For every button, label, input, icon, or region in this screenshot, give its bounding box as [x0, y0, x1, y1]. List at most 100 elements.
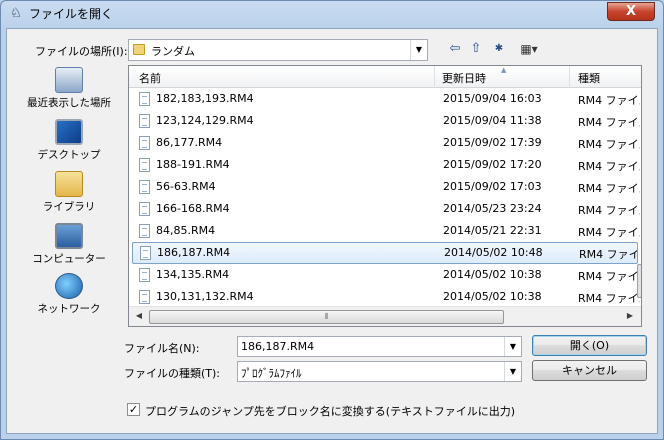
- back-icon[interactable]: ⇦: [448, 40, 462, 58]
- place-label: ネットワーク: [37, 303, 101, 315]
- file-row[interactable]: 166-168.RM4 2014/05/23 23:24 RM4 ファイル: [129, 198, 641, 220]
- cancel-button[interactable]: キャンセル: [532, 360, 647, 381]
- places-bar: 最近表示した場所 デスクトップ ライブラリ コンピューター ネットワーク: [17, 67, 121, 327]
- file-icon: [139, 158, 150, 172]
- file-icon: [139, 202, 150, 216]
- column-divider[interactable]: [434, 66, 435, 88]
- vertical-scroll-thumb[interactable]: [637, 264, 641, 298]
- title-bar: ♘ ファイルを開く X: [1, 1, 663, 27]
- file-icon: [139, 114, 150, 128]
- file-date: 2015/09/02 17:39: [443, 136, 542, 149]
- up-folder-icon[interactable]: ⇧: [469, 40, 483, 58]
- file-name: 188-191.RM4: [156, 158, 230, 171]
- file-row[interactable]: 84,85.RM4 2014/05/21 22:31 RM4 ファイル: [129, 220, 641, 242]
- file-date: 2014/05/02 10:38: [443, 268, 542, 281]
- file-icon: [139, 290, 150, 304]
- file-row[interactable]: 56-63.RM4 2015/09/02 17:03 RM4 ファイル: [129, 176, 641, 198]
- horizontal-scroll-thumb[interactable]: ⦀: [149, 310, 504, 324]
- place-computer[interactable]: コンピューター: [17, 223, 121, 273]
- file-date: 2014/05/02 10:38: [443, 290, 542, 303]
- column-header-name[interactable]: 名前: [139, 70, 161, 86]
- file-row[interactable]: 123,124,129.RM4 2015/09/04 11:38 RM4 ファイ…: [129, 110, 641, 132]
- file-row-selected[interactable]: 186,187.RM4 2014/05/02 10:48 RM4 ファイル: [132, 242, 638, 264]
- file-name: 182,183,193.RM4: [156, 92, 254, 105]
- file-type: RM4 ファイル: [578, 182, 640, 195]
- network-icon: [55, 273, 83, 299]
- new-folder-icon[interactable]: ✱: [492, 40, 506, 58]
- file-row[interactable]: 182,183,193.RM4 2015/09/04 16:03 RM4 ファイ…: [129, 88, 641, 110]
- file-row[interactable]: 86,177.RM4 2015/09/02 17:39 RM4 ファイル: [129, 132, 641, 154]
- filetype-label: ファイルの種類(T):: [124, 367, 221, 380]
- file-date: 2014/05/02 10:48: [444, 246, 543, 259]
- place-network[interactable]: ネットワーク: [17, 273, 121, 323]
- desktop-icon: [55, 119, 83, 145]
- chevron-down-icon[interactable]: ▼: [504, 362, 521, 381]
- column-header-date[interactable]: 更新日時: [442, 70, 486, 86]
- file-row[interactable]: 134,135.RM4 2014/05/02 10:38 RM4 ファイル: [129, 264, 641, 286]
- file-type: RM4 ファイル: [579, 248, 637, 261]
- computer-icon: [55, 223, 83, 249]
- file-date: 2015/09/02 17:20: [443, 158, 542, 171]
- file-icon: [139, 180, 150, 194]
- open-button[interactable]: 開く(O): [532, 335, 647, 356]
- file-date: 2015/09/04 11:38: [443, 114, 542, 127]
- horizontal-scrollbar[interactable]: ◀ ⦀ ▶: [129, 306, 641, 326]
- file-icon: [139, 268, 150, 282]
- place-recent[interactable]: 最近表示した場所: [17, 67, 121, 117]
- file-icon: [139, 136, 150, 150]
- column-divider[interactable]: [569, 66, 570, 88]
- place-label: コンピューター: [32, 253, 106, 265]
- file-type: RM4 ファイル: [578, 94, 640, 107]
- place-library[interactable]: ライブラリ: [17, 171, 121, 221]
- file-icon: [140, 246, 151, 260]
- lookin-value: ランダム: [151, 45, 195, 58]
- folder-icon: [133, 44, 145, 55]
- close-button[interactable]: X: [607, 2, 655, 21]
- place-label: デスクトップ: [37, 149, 101, 161]
- lookin-label: ファイルの場所(I):: [35, 45, 128, 58]
- list-header: 名前 ▲ 更新日時 種類: [129, 66, 641, 88]
- scroll-left-icon[interactable]: ◀: [132, 311, 146, 320]
- recent-places-icon: [55, 67, 83, 93]
- filetype-select[interactable]: ﾌﾟﾛｸﾞﾗﾑﾌｧｲﾙ ▼: [237, 361, 522, 382]
- convert-jump-label[interactable]: プログラムのジャンプ先をブロック名に変換する(テキストファイルに出力): [145, 403, 515, 419]
- column-header-type[interactable]: 種類: [578, 70, 600, 86]
- filename-field[interactable]: 186,187.RM4 ▼: [237, 336, 522, 357]
- file-name: 86,177.RM4: [156, 136, 223, 149]
- app-icon: ♘: [10, 6, 22, 21]
- filename-label: ファイル名(N):: [124, 342, 200, 355]
- chevron-down-icon[interactable]: ▼: [410, 40, 427, 60]
- file-name: 56-63.RM4: [156, 180, 216, 193]
- file-date: 2014/05/23 23:24: [443, 202, 542, 215]
- file-name: 84,85.RM4: [156, 224, 216, 237]
- filename-value: 186,187.RM4: [241, 340, 315, 353]
- file-name: 134,135.RM4: [156, 268, 230, 281]
- file-name: 166-168.RM4: [156, 202, 230, 215]
- file-list[interactable]: 名前 ▲ 更新日時 種類 182,183,193.RM4 2015/09/04 …: [128, 65, 642, 327]
- open-file-dialog: ♘ ファイルを開く X ファイルの場所(I): ランダム ▼ ⇦ ⇧ ✱ ▦▾ …: [0, 0, 664, 440]
- scroll-right-icon[interactable]: ▶: [623, 311, 637, 320]
- file-type: RM4 ファイル: [578, 138, 640, 151]
- file-name: 123,124,129.RM4: [156, 114, 254, 127]
- file-row[interactable]: 130,131,132.RM4 2014/05/02 10:38 RM4 ファイ…: [129, 286, 641, 308]
- file-type: RM4 ファイル: [578, 270, 640, 283]
- view-menu-icon[interactable]: ▦▾: [514, 40, 544, 58]
- file-type: RM4 ファイル: [578, 292, 640, 305]
- file-date: 2015/09/04 16:03: [443, 92, 542, 105]
- place-desktop[interactable]: デスクトップ: [17, 119, 121, 169]
- file-icon: [139, 224, 150, 238]
- file-date: 2015/09/02 17:03: [443, 180, 542, 193]
- file-name: 130,131,132.RM4: [156, 290, 254, 303]
- file-row[interactable]: 188-191.RM4 2015/09/02 17:20 RM4 ファイル: [129, 154, 641, 176]
- chevron-down-icon[interactable]: ▼: [504, 337, 521, 356]
- place-label: ライブラリ: [42, 201, 96, 213]
- file-type: RM4 ファイル: [578, 116, 640, 129]
- file-type: RM4 ファイル: [578, 204, 640, 217]
- filetype-value: ﾌﾟﾛｸﾞﾗﾑﾌｧｲﾙ: [241, 367, 302, 380]
- convert-jump-checkbox[interactable]: ✓: [127, 403, 140, 416]
- file-date: 2014/05/21 22:31: [443, 224, 542, 237]
- file-type: RM4 ファイル: [578, 160, 640, 173]
- file-type: RM4 ファイル: [578, 226, 640, 239]
- lookin-combo[interactable]: ランダム ▼: [128, 39, 428, 61]
- place-label: 最近表示した場所: [27, 97, 111, 109]
